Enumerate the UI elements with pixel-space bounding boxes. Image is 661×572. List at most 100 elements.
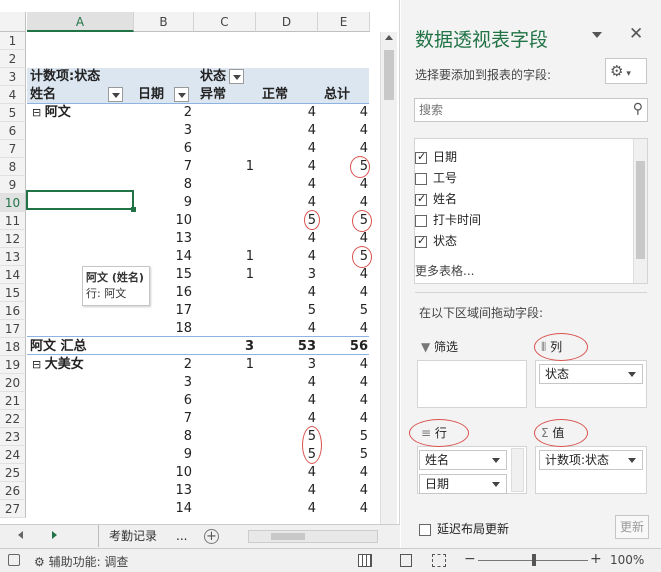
pivot-cell-normal[interactable]: 4: [256, 194, 316, 212]
scroll-thumb[interactable]: [384, 50, 394, 100]
update-button[interactable]: 更新: [615, 515, 649, 539]
row-header[interactable]: 20: [0, 374, 26, 392]
pivot-cell-normal[interactable]: 4: [256, 248, 316, 266]
pivot-cell-total[interactable]: 4: [318, 464, 368, 482]
pivot-cell-total[interactable]: 5: [318, 302, 368, 320]
sheet-tab-attendance[interactable]: 考勤记录: [98, 525, 167, 547]
rows-area-scrollbar[interactable]: [511, 448, 524, 492]
row-header[interactable]: 14: [0, 266, 26, 284]
pivot-cell-date[interactable]: 3: [134, 122, 192, 140]
pivot-cell-date[interactable]: 6: [134, 392, 192, 410]
name-row-label[interactable]: 姓名: [30, 86, 124, 104]
pivot-cell-abnormal[interactable]: [194, 320, 254, 338]
date-row-label[interactable]: 日期: [138, 86, 190, 104]
defer-layout-checkbox[interactable]: [419, 523, 431, 536]
horizontal-scrollbar[interactable]: [248, 530, 378, 543]
search-input[interactable]: [415, 99, 615, 121]
pivot-cell-abnormal[interactable]: [194, 392, 254, 410]
date-filter-dropdown[interactable]: [174, 87, 190, 102]
pivot-cell-date[interactable]: 8: [134, 176, 192, 194]
status-column-label[interactable]: 状态: [200, 68, 245, 86]
row-header[interactable]: 22: [0, 410, 26, 428]
page-break-icon[interactable]: [432, 554, 446, 567]
vertical-scrollbar[interactable]: [380, 32, 397, 527]
pivot-cell-total[interactable]: 4: [318, 410, 368, 428]
pivot-cell-abnormal[interactable]: 1: [194, 248, 254, 266]
pivot-cell-date[interactable]: 7: [134, 158, 192, 176]
field-checkbox[interactable]: [415, 214, 427, 227]
row-header[interactable]: 2: [0, 50, 26, 68]
pivot-cell-abnormal[interactable]: [194, 446, 254, 464]
pivot-cell-total[interactable]: 4: [318, 122, 368, 140]
tab-more-button[interactable]: ...: [176, 525, 187, 547]
pivot-cell-date[interactable]: 2: [134, 104, 192, 122]
row-header[interactable]: 5: [0, 104, 26, 122]
rows-chip-name[interactable]: 姓名: [419, 450, 507, 470]
row-header[interactable]: 18: [0, 338, 26, 356]
pivot-cell-total[interactable]: 4: [318, 356, 368, 374]
field-checkbox[interactable]: [415, 234, 427, 248]
column-header-a[interactable]: A: [27, 12, 134, 32]
pivot-cell-date[interactable]: 13: [134, 230, 192, 248]
row-header[interactable]: 12: [0, 230, 26, 248]
zoom-level[interactable]: 100%: [610, 553, 644, 567]
pivot-cell-total[interactable]: 4: [318, 266, 368, 284]
group-dameinv[interactable]: ⊟ 大美女: [32, 356, 84, 374]
pivot-cell-abnormal[interactable]: [194, 194, 254, 212]
pivot-cell-date[interactable]: 10: [134, 212, 192, 230]
pivot-cell-abnormal[interactable]: [194, 284, 254, 302]
column-header-e[interactable]: E: [318, 12, 370, 32]
row-header[interactable]: 25: [0, 464, 26, 482]
panel-options-dropdown-icon[interactable]: [592, 32, 602, 38]
zoom-out-button[interactable]: −: [464, 551, 476, 567]
row-header[interactable]: 26: [0, 482, 26, 500]
field-item[interactable]: 姓名: [415, 190, 457, 207]
tab-prev-icon[interactable]: [18, 531, 23, 539]
field-list-scrollbar[interactable]: [633, 139, 647, 283]
pivot-cell-normal[interactable]: 4: [256, 374, 316, 392]
column-header-b[interactable]: B: [134, 12, 194, 32]
pivot-cell-normal[interactable]: 4: [256, 176, 316, 194]
pivot-cell-abnormal[interactable]: [194, 464, 254, 482]
row-header[interactable]: 13: [0, 248, 26, 266]
pivot-cell-total[interactable]: 4: [318, 320, 368, 338]
pivot-cell-date[interactable]: 9: [134, 194, 192, 212]
pivot-cell-normal[interactable]: 4: [256, 320, 316, 338]
pivot-cell-abnormal[interactable]: [194, 410, 254, 428]
field-checkbox[interactable]: [415, 150, 427, 164]
field-item[interactable]: 状态: [415, 232, 457, 249]
pivot-cell-abnormal[interactable]: 1: [194, 356, 254, 374]
row-header[interactable]: 11: [0, 212, 26, 230]
row-header[interactable]: 19: [0, 356, 26, 374]
layout-settings-button[interactable]: ⚙ ▾: [605, 58, 647, 84]
pivot-cell-normal[interactable]: 4: [256, 122, 316, 140]
status-filter-dropdown[interactable]: [229, 69, 245, 84]
macro-record-icon[interactable]: [8, 554, 20, 566]
pivot-cell-normal[interactable]: 4: [256, 464, 316, 482]
pivot-cell-date[interactable]: 8: [134, 428, 192, 446]
filter-drop-area[interactable]: [417, 360, 527, 408]
select-all-corner[interactable]: [0, 12, 26, 32]
pivot-cell-abnormal[interactable]: [194, 482, 254, 500]
row-header[interactable]: 21: [0, 392, 26, 410]
pivot-cell-date[interactable]: 7: [134, 410, 192, 428]
row-header[interactable]: 15: [0, 284, 26, 302]
accessibility-status[interactable]: ⚙ 辅助功能: 调查: [34, 553, 128, 570]
field-checkbox[interactable]: [415, 172, 427, 185]
field-item[interactable]: 日期: [415, 148, 457, 165]
row-header[interactable]: 16: [0, 302, 26, 320]
row-header[interactable]: 1: [0, 32, 26, 50]
row-header[interactable]: 10: [0, 194, 26, 212]
pivot-cell-normal[interactable]: 4: [256, 392, 316, 410]
pivot-cell-abnormal[interactable]: [194, 104, 254, 122]
row-header[interactable]: 9: [0, 176, 26, 194]
pivot-cell-abnormal[interactable]: [194, 176, 254, 194]
pivot-cell-normal[interactable]: 4: [256, 230, 316, 248]
row-header[interactable]: 27: [0, 500, 26, 518]
row-header[interactable]: 24: [0, 446, 26, 464]
close-icon[interactable]: ✕: [629, 24, 643, 44]
pivot-cell-total[interactable]: 4: [318, 284, 368, 302]
pivot-cell-abnormal[interactable]: [194, 374, 254, 392]
hscroll-thumb[interactable]: [271, 533, 305, 540]
row-header[interactable]: 7: [0, 140, 26, 158]
